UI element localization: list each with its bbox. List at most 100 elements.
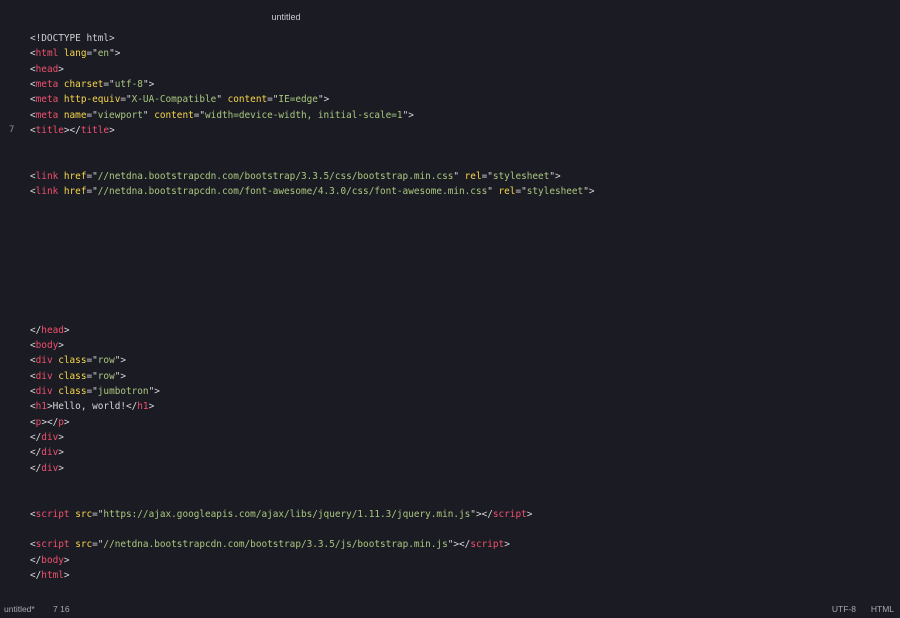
code-token-attr: src	[75, 539, 93, 551]
code-line[interactable]: <meta name="viewport" content="width=dev…	[30, 108, 890, 123]
code-line[interactable]: <div class="row">	[30, 369, 890, 384]
code-token-punct: ></	[63, 125, 81, 137]
code-token-punct: >	[109, 125, 115, 137]
code-line[interactable]: <div class="jumbotron">	[30, 384, 890, 399]
code-line[interactable]	[30, 476, 890, 491]
code-token-punct: ="	[267, 94, 279, 106]
code-line[interactable]: </head>	[30, 323, 890, 338]
code-line[interactable]	[30, 230, 890, 245]
code-line[interactable]	[30, 200, 890, 215]
code-token-punct: </	[30, 570, 42, 582]
code-token-punct: "></	[470, 508, 493, 520]
code-token-punct: ">	[114, 355, 127, 367]
code-token-punct: >	[63, 324, 70, 336]
code-line[interactable]	[30, 138, 890, 153]
status-encoding[interactable]: UTF-8	[832, 604, 856, 614]
code-token-tag: title	[80, 125, 110, 137]
code-token-tag: script	[492, 508, 527, 520]
code-token-tag: head	[35, 63, 59, 75]
code-token-punct: ="	[120, 94, 132, 106]
code-token-punct: >	[58, 63, 64, 75]
code-editor[interactable]: <!DOCTYPE html> <html lang="en"> <head> <me…	[30, 31, 890, 591]
code-token-punct: >	[58, 462, 64, 474]
code-line[interactable]: </div>	[30, 430, 890, 445]
code-line[interactable]	[30, 277, 890, 292]
code-token-punct: >	[526, 508, 533, 520]
code-line[interactable]: <p></p>	[30, 415, 890, 430]
code-line[interactable]: <h1>Hello, world!</h1>	[30, 399, 890, 414]
code-token-tag: html	[35, 48, 59, 60]
code-token-punct: >	[58, 339, 64, 351]
code-token-attr: charset	[63, 79, 104, 91]
code-line[interactable]: <script src="//netdna.bootstrapcdn.com/b…	[30, 537, 890, 552]
code-token-attr: rel	[498, 186, 516, 198]
code-token-tag: div	[35, 355, 53, 367]
code-line[interactable]: <div class="row">	[30, 353, 890, 368]
code-line[interactable]: </div>	[30, 461, 890, 476]
code-line[interactable]	[30, 307, 890, 322]
code-token-str: stylesheet	[492, 171, 550, 183]
code-line[interactable]: </body>	[30, 553, 890, 568]
code-token-punct: ="	[86, 48, 98, 60]
code-token-punct: </	[30, 431, 42, 443]
code-token-tag: div	[41, 431, 59, 443]
code-token-tag: body	[35, 339, 59, 351]
editor-window: untitled 7 <!DOCTYPE html> <html lang="en…	[0, 0, 900, 618]
code-token-punct: </	[30, 554, 42, 566]
code-line[interactable]	[30, 154, 890, 169]
code-token-str: viewport	[97, 109, 143, 121]
code-token-tag: script	[35, 539, 70, 551]
code-token-punct: "	[142, 109, 155, 121]
code-token-attr: content	[227, 94, 268, 106]
code-token-tag: meta	[35, 79, 59, 91]
code-token-str: https://ajax.googleapis.com/ajax/libs/jq…	[103, 508, 471, 520]
code-token-tag: script	[470, 539, 505, 551]
code-token-tag: meta	[35, 94, 59, 106]
code-line[interactable]: <script src="https://ajax.googleapis.com…	[30, 507, 890, 522]
code-line[interactable]: <meta charset="utf-8">	[30, 77, 890, 92]
code-line[interactable]: <head>	[30, 62, 890, 77]
code-token-attr: href	[63, 171, 87, 183]
code-token-attr: content	[154, 109, 194, 121]
code-token-punct: ">	[109, 48, 121, 60]
code-line[interactable]: <link href="//netdna.bootstrapcdn.com/bo…	[30, 169, 890, 184]
code-token-text: Hello, world!	[52, 401, 126, 413]
code-line[interactable]	[30, 491, 890, 506]
code-token-punct: ="	[86, 370, 98, 382]
code-token-punct: ="	[92, 508, 104, 520]
code-line[interactable]	[30, 246, 890, 261]
code-token-tag: h1	[35, 401, 47, 413]
code-token-punct: </	[125, 401, 138, 413]
code-token-str: stylesheet	[526, 186, 584, 198]
code-token-punct: ="	[193, 109, 206, 121]
code-line[interactable]: <!DOCTYPE html>	[30, 31, 890, 46]
code-line[interactable]: </html>	[30, 568, 890, 583]
code-token-attr: src	[75, 508, 93, 520]
code-line[interactable]	[30, 215, 890, 230]
code-line[interactable]	[30, 292, 890, 307]
status-syntax[interactable]: HTML	[871, 604, 894, 614]
code-token-punct: "	[216, 94, 228, 106]
code-token-punct: ="	[92, 539, 104, 551]
code-token-tag: head	[41, 324, 64, 336]
code-line[interactable]: <html lang="en">	[30, 46, 890, 61]
code-token-punct: ">	[142, 79, 155, 91]
code-line[interactable]: <title></title>	[30, 123, 890, 138]
code-token-attr: http-equiv	[63, 94, 121, 106]
code-line[interactable]: </div>	[30, 445, 890, 460]
code-token-punct: ></	[41, 416, 59, 428]
code-line[interactable]	[30, 522, 890, 537]
code-token-doctype: <!DOCTYPE html>	[30, 33, 115, 44]
code-token-punct: >	[63, 416, 70, 428]
code-token-punct: "	[453, 171, 465, 183]
code-line[interactable]	[30, 261, 890, 276]
code-token-punct: ="	[86, 171, 98, 183]
code-token-punct: ">	[148, 385, 160, 397]
status-cursor-position: 7 16	[53, 604, 70, 614]
code-token-tag: h1	[137, 401, 149, 413]
code-line[interactable]: <meta http-equiv="X-UA-Compatible" conte…	[30, 92, 890, 107]
code-token-punct: ">	[549, 171, 561, 183]
code-line[interactable]: <link href="//netdna.bootstrapcdn.com/fo…	[30, 184, 890, 199]
title-bar: untitled	[0, 0, 900, 34]
code-line[interactable]: <body>	[30, 338, 890, 353]
